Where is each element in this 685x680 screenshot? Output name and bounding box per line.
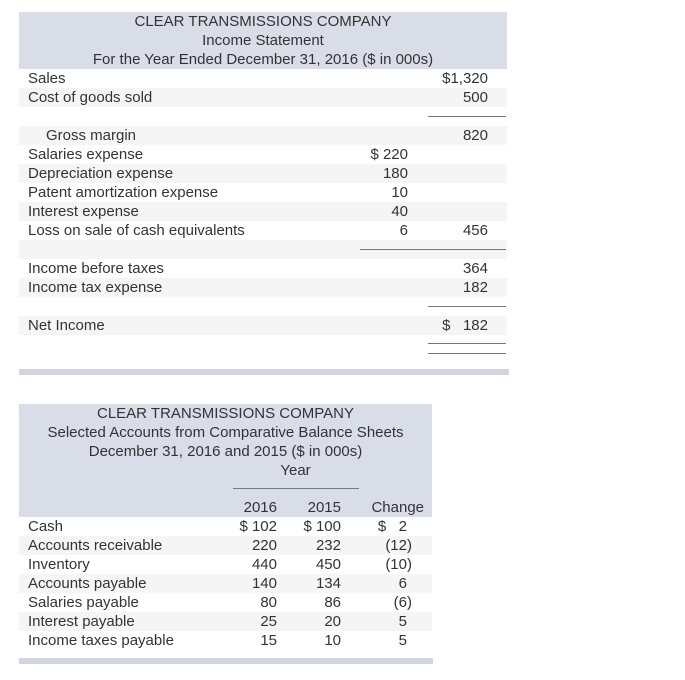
row-label: Interest payable <box>28 613 135 630</box>
row-label: Income tax expense <box>28 279 163 296</box>
header-spacer <box>19 480 432 498</box>
table-row: Interest payable 25 20 5 <box>19 612 432 631</box>
table-row: Inventory 440 450 (10) <box>19 555 432 574</box>
table-row: Depreciation expense 180 <box>19 164 507 183</box>
row-label: Net Income <box>28 317 105 334</box>
value-change: 5 <box>398 613 407 630</box>
column-header-2016: 2016 <box>243 499 277 516</box>
subtotal-rule <box>360 249 506 250</box>
value-2016: 80 <box>260 594 277 611</box>
row-amount: 40 <box>391 203 408 220</box>
row-label: Interest expense <box>28 203 139 220</box>
balance-sheet-table: CLEAR TRANSMISSIONS COMPANY Selected Acc… <box>19 404 432 650</box>
row-label: Cash <box>28 518 64 535</box>
company-title: CLEAR TRANSMISSIONS COMPANY <box>134 13 392 30</box>
row-label: Sales <box>28 70 66 87</box>
balance-sheet-subtitle: Selected Accounts from Comparative Balan… <box>47 424 404 441</box>
table-row: Cash $ 102 $ 100 $ 2 <box>19 517 432 536</box>
row-total: 820 <box>462 127 488 144</box>
row-total: 500 <box>462 89 488 106</box>
income-statement-table: CLEAR TRANSMISSIONS COMPANY Income State… <box>19 12 507 335</box>
value-2016: 25 <box>260 613 277 630</box>
value-2015: 450 <box>315 556 341 573</box>
table-row: Salaries payable 80 86 (6) <box>19 593 432 612</box>
value-change: 5 <box>398 632 407 649</box>
table-row: Salaries expense $ 220 <box>19 145 507 164</box>
row-amount: $ 220 <box>370 146 408 163</box>
value-2015: $ 100 <box>303 518 341 535</box>
value-change: (6) <box>393 594 412 611</box>
row-total: 182 <box>462 279 488 296</box>
table-row: Patent amortization expense 10 <box>19 183 507 202</box>
table-footer-bar <box>19 369 509 375</box>
column-header-row: 2016 2015 Change <box>19 498 432 517</box>
table-row: Income before taxes 364 <box>19 259 507 278</box>
table-row: Accounts payable 140 134 6 <box>19 574 432 593</box>
subtotal-rule <box>428 116 506 117</box>
column-header-change: Change <box>371 499 424 516</box>
table-row: Income taxes payable 15 10 5 <box>19 631 432 650</box>
statement-period: For the Year Ended December 31, 2016 ($ … <box>92 51 434 68</box>
value-change: 6 <box>398 575 407 592</box>
year-group-header: Year <box>280 462 311 479</box>
table-row: Income tax expense 182 <box>19 278 507 297</box>
table-row: Gross margin 820 <box>19 126 507 145</box>
value-change: $ 2 <box>377 518 407 535</box>
double-rule-bottom <box>428 353 506 354</box>
value-change: (10) <box>385 556 412 573</box>
row-label: Cost of goods sold <box>28 89 153 106</box>
row-label: Income before taxes <box>28 260 164 277</box>
row-label: Accounts receivable <box>28 537 163 554</box>
statement-title: Income Statement <box>202 32 324 49</box>
table-footer-bar <box>19 658 433 664</box>
value-2016: 140 <box>251 575 277 592</box>
table-row: Interest expense 40 <box>19 202 507 221</box>
balance-sheet-period: December 31, 2016 and 2015 ($ in 000s) <box>88 443 363 460</box>
income-statement-header: CLEAR TRANSMISSIONS COMPANY Income State… <box>19 12 507 69</box>
row-amount: 10 <box>391 184 408 201</box>
row-label: Accounts payable <box>28 575 147 592</box>
row-label: Salaries expense <box>28 146 144 163</box>
value-2016: $ 102 <box>239 518 277 535</box>
row-label: Gross margin <box>46 127 137 144</box>
value-2015: 232 <box>315 537 341 554</box>
balance-sheet-header: CLEAR TRANSMISSIONS COMPANY Selected Acc… <box>19 404 432 498</box>
year-group-rule <box>233 488 359 489</box>
row-amount: 180 <box>382 165 408 182</box>
table-row: Loss on sale of cash equivalents 6 456 <box>19 221 507 240</box>
table-row: Net Income $ 182 <box>19 316 507 335</box>
row-label: Income taxes payable <box>28 632 174 649</box>
table-row: Cost of goods sold 500 <box>19 88 507 107</box>
double-rule-top <box>428 343 506 344</box>
row-label: Salaries payable <box>28 594 139 611</box>
table-row: Accounts receivable 220 232 (12) <box>19 536 432 555</box>
value-2015: 10 <box>324 632 341 649</box>
row-label: Inventory <box>28 556 90 573</box>
table-row: Sales $1,320 <box>19 69 507 88</box>
subtotal-rule <box>428 306 506 307</box>
value-2015: 86 <box>324 594 341 611</box>
row-label: Depreciation expense <box>28 165 174 182</box>
value-2016: 220 <box>251 537 277 554</box>
row-amount: 6 <box>399 222 408 239</box>
row-total: 456 <box>462 222 488 239</box>
row-label: Loss on sale of cash equivalents <box>28 222 245 239</box>
row-total: $1,320 <box>442 70 488 87</box>
row-label: Patent amortization expense <box>28 184 219 201</box>
value-2016: 15 <box>260 632 277 649</box>
column-header-2015: 2015 <box>307 499 341 516</box>
company-title: CLEAR TRANSMISSIONS COMPANY <box>97 405 354 422</box>
row-total: $ 182 <box>442 317 488 334</box>
row-total: 364 <box>462 260 488 277</box>
value-change: (12) <box>385 537 412 554</box>
value-2015: 134 <box>315 575 341 592</box>
value-2016: 440 <box>251 556 277 573</box>
value-2015: 20 <box>324 613 341 630</box>
